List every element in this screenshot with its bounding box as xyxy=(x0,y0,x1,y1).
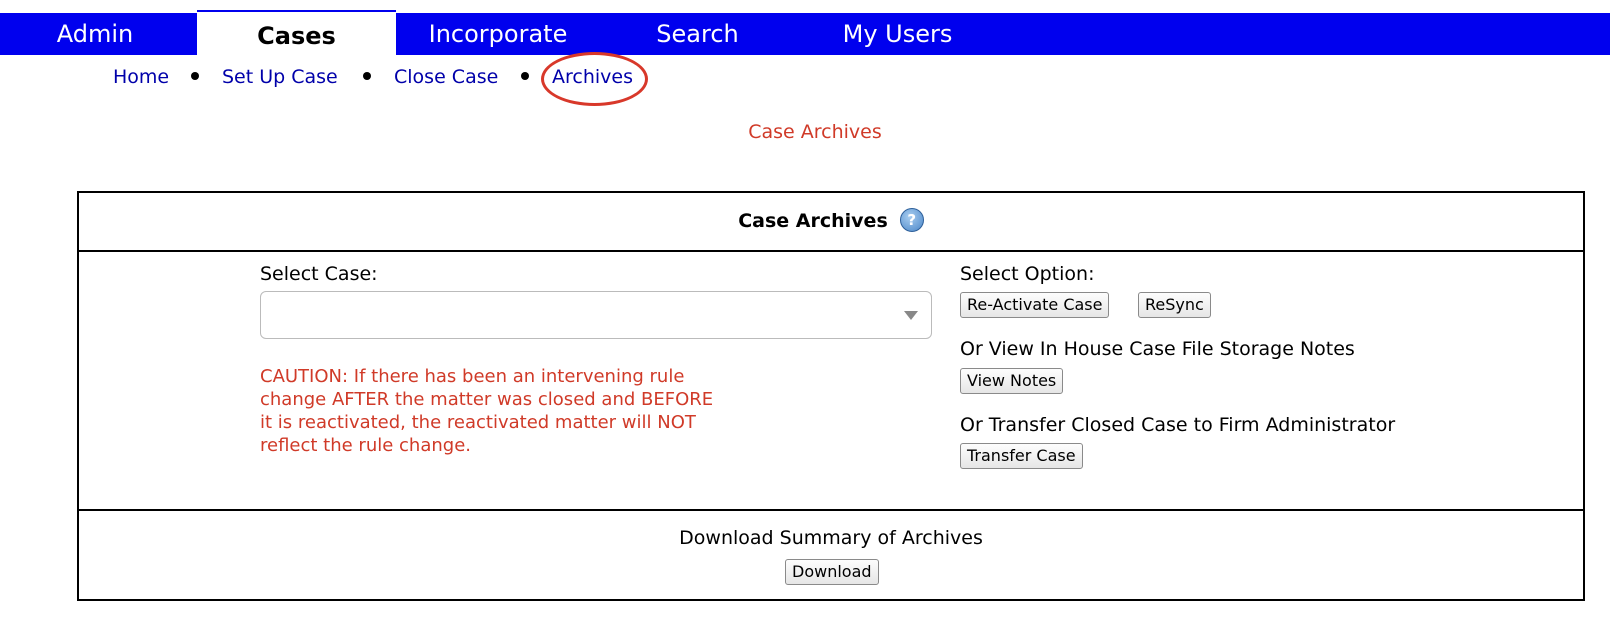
caution-message: CAUTION: If there has been an intervenin… xyxy=(260,366,714,456)
tab-cases[interactable]: Cases xyxy=(197,10,396,57)
select-option-label: Select Option: xyxy=(960,263,1095,285)
archives-highlight-ring xyxy=(541,52,648,106)
top-nav-bar: Admin Cases Incorporate Search My Users xyxy=(0,10,1610,57)
view-notes-heading: Or View In House Case File Storage Notes xyxy=(960,338,1355,360)
panel-footer: Download Summary of Archives Download xyxy=(79,509,1583,601)
tab-search[interactable]: Search xyxy=(630,13,765,55)
subnav-separator xyxy=(521,72,529,80)
panel-title: Case Archives xyxy=(738,210,888,232)
transfer-case-button[interactable]: Transfer Case xyxy=(960,443,1083,469)
transfer-heading: Or Transfer Closed Case to Firm Administ… xyxy=(960,414,1396,436)
page-title: Case Archives xyxy=(748,121,882,143)
subnav-separator xyxy=(363,72,371,80)
chevron-down-icon xyxy=(904,311,918,320)
case-archives-panel: Case Archives? Select Case: CAUTION: If … xyxy=(77,191,1585,601)
subnav-separator xyxy=(191,72,199,80)
tab-my-users[interactable]: My Users xyxy=(830,13,965,55)
resync-button[interactable]: ReSync xyxy=(1138,292,1211,318)
download-button[interactable]: Download xyxy=(785,559,879,585)
tab-admin[interactable]: Admin xyxy=(20,13,170,55)
help-icon[interactable]: ? xyxy=(899,207,924,232)
select-case-label: Select Case: xyxy=(260,263,378,285)
download-heading: Download Summary of Archives xyxy=(679,527,983,549)
subnav-home-link[interactable]: Home xyxy=(113,66,169,88)
tab-incorporate[interactable]: Incorporate xyxy=(413,13,583,55)
view-notes-button[interactable]: View Notes xyxy=(960,368,1064,394)
reactivate-case-button[interactable]: Re-Activate Case xyxy=(960,292,1110,318)
subnav-close-case-link[interactable]: Close Case xyxy=(394,66,498,88)
subnav-set-up-case-link[interactable]: Set Up Case xyxy=(222,66,338,88)
panel-header: Case Archives? xyxy=(79,193,1583,252)
select-case-dropdown[interactable] xyxy=(260,291,932,339)
